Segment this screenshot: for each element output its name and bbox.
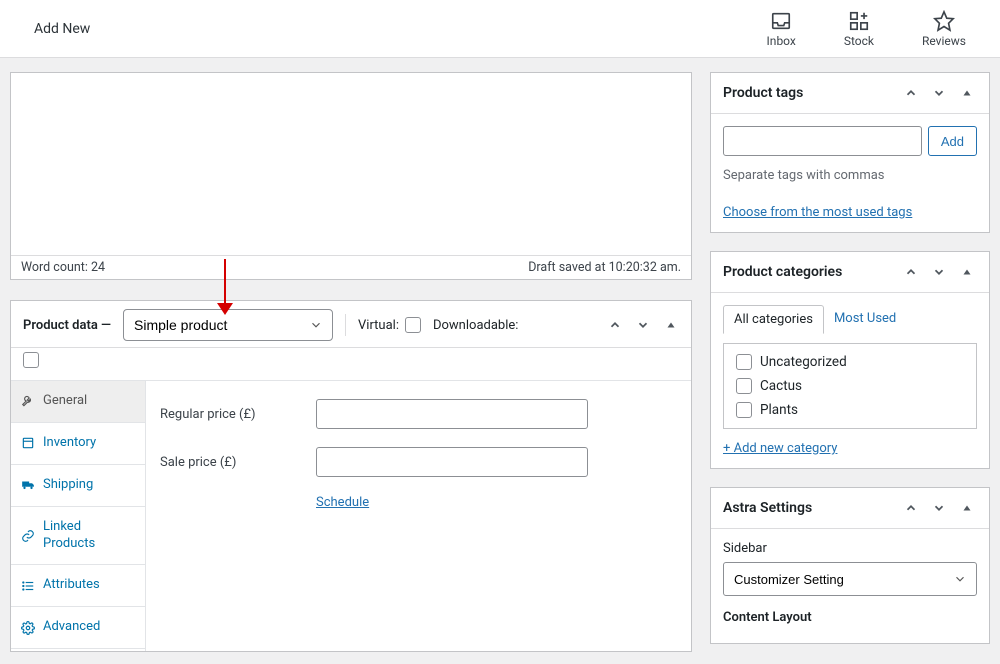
tags-input[interactable] xyxy=(723,126,922,156)
grid-add-icon xyxy=(848,10,870,32)
tab-linked-products[interactable]: Linked Products xyxy=(11,507,145,566)
virtual-label: Virtual: xyxy=(358,317,421,333)
category-checkbox[interactable] xyxy=(736,402,752,418)
caret-up-icon[interactable] xyxy=(957,83,977,103)
sale-price-label: Sale price (£) xyxy=(160,455,300,470)
product-data-header: Product data — Simple product Virtual: D… xyxy=(11,301,691,348)
category-item[interactable]: Plants xyxy=(736,402,964,418)
content-editor[interactable]: Word count: 24 Draft saved at 10:20:32 a… xyxy=(10,72,692,280)
cat-tab-most-used[interactable]: Most Used xyxy=(824,305,906,333)
caret-up-icon[interactable] xyxy=(957,262,977,282)
gear-icon xyxy=(21,621,35,635)
tab-general[interactable]: General xyxy=(11,381,145,423)
reviews-button[interactable]: Reviews xyxy=(922,10,966,48)
tab-inventory-label: Inventory xyxy=(43,435,96,452)
editor-footer: Word count: 24 Draft saved at 10:20:32 a… xyxy=(11,255,691,279)
tab-inventory[interactable]: Inventory xyxy=(11,423,145,465)
inbox-button[interactable]: Inbox xyxy=(767,10,796,48)
page-title: Add New xyxy=(34,21,90,37)
tags-help-text: Separate tags with commas xyxy=(723,168,977,183)
category-item[interactable]: Cactus xyxy=(736,378,964,394)
topbar-icon-row: Inbox Stock Reviews xyxy=(767,10,966,48)
tab-linked-products-label: Linked Products xyxy=(43,519,135,553)
inbox-label: Inbox xyxy=(767,34,796,48)
add-category-link[interactable]: + Add new category xyxy=(723,441,837,456)
general-panel: Regular price (£) Sale price (£) Schedul… xyxy=(146,381,691,651)
product-tags-panel: Product tags Add xyxy=(710,72,990,233)
tab-attributes-label: Attributes xyxy=(43,577,100,594)
astra-settings-title: Astra Settings xyxy=(723,500,812,516)
truck-icon xyxy=(21,478,35,492)
wrench-icon xyxy=(21,394,35,408)
caret-up-icon[interactable] xyxy=(957,498,977,518)
product-data-tabs: General Inventory Shipping Linked Produc… xyxy=(11,381,146,651)
tab-attributes[interactable]: Attributes xyxy=(11,565,145,607)
caret-up-icon[interactable] xyxy=(661,315,681,335)
chevron-up-icon[interactable] xyxy=(901,498,921,518)
product-data-title: Product data — xyxy=(23,318,111,333)
choose-most-used-tags-link[interactable]: Choose from the most used tags xyxy=(723,205,912,220)
top-header: Add New Inbox Stock Reviews xyxy=(0,0,1000,58)
chevron-down-icon[interactable] xyxy=(633,315,653,335)
tab-shipping-label: Shipping xyxy=(43,477,93,494)
category-item[interactable]: Uncategorized xyxy=(736,354,964,370)
sale-price-input[interactable] xyxy=(316,447,588,477)
product-categories-title: Product categories xyxy=(723,264,842,280)
star-icon xyxy=(933,10,955,32)
virtual-checkbox[interactable] xyxy=(405,317,421,333)
add-tag-button[interactable]: Add xyxy=(928,126,977,156)
tab-advanced[interactable]: Advanced xyxy=(11,607,145,649)
downloadable-checkbox[interactable] xyxy=(23,352,39,368)
chevron-down-icon[interactable] xyxy=(929,498,949,518)
chevron-up-icon[interactable] xyxy=(901,83,921,103)
stock-button[interactable]: Stock xyxy=(844,10,874,48)
inbox-icon xyxy=(770,10,792,32)
product-type-select[interactable]: Simple product xyxy=(123,309,333,341)
category-checkbox[interactable] xyxy=(736,378,752,394)
wordcount-text: Word count: 24 xyxy=(21,260,105,275)
list-icon xyxy=(21,579,35,593)
schedule-link[interactable]: Schedule xyxy=(316,495,369,510)
downloadable-label: Downloadable: xyxy=(433,318,518,333)
tab-advanced-label: Advanced xyxy=(43,619,100,636)
link-icon xyxy=(21,529,35,543)
category-tabs: All categories Most Used xyxy=(723,305,977,333)
tab-shipping[interactable]: Shipping xyxy=(11,465,145,507)
product-tags-title: Product tags xyxy=(723,85,803,101)
divider xyxy=(345,314,346,336)
chevron-down-icon[interactable] xyxy=(929,83,949,103)
sidebar-select[interactable]: Customizer Setting xyxy=(723,562,977,596)
chevron-up-icon[interactable] xyxy=(605,315,625,335)
content-layout-label: Content Layout xyxy=(723,610,977,625)
chevron-up-icon[interactable] xyxy=(901,262,921,282)
product-data-panel: Product data — Simple product Virtual: D… xyxy=(10,300,692,652)
inventory-icon xyxy=(21,436,35,450)
stock-label: Stock xyxy=(844,34,874,48)
category-checkbox[interactable] xyxy=(736,354,752,370)
reviews-label: Reviews xyxy=(922,34,966,48)
cat-tab-all[interactable]: All categories xyxy=(723,305,824,334)
category-list: Uncategorized Cactus Plants xyxy=(723,343,977,429)
chevron-down-icon[interactable] xyxy=(929,262,949,282)
astra-settings-panel: Astra Settings Sidebar Customizer Se xyxy=(710,487,990,644)
sidebar-label: Sidebar xyxy=(723,541,977,556)
tab-general-label: General xyxy=(43,393,87,410)
product-categories-panel: Product categories All categories xyxy=(710,251,990,469)
regular-price-input[interactable] xyxy=(316,399,588,429)
editor-body[interactable] xyxy=(11,73,691,255)
draft-saved-text: Draft saved at 10:20:32 am. xyxy=(528,260,681,275)
regular-price-label: Regular price (£) xyxy=(160,407,300,422)
